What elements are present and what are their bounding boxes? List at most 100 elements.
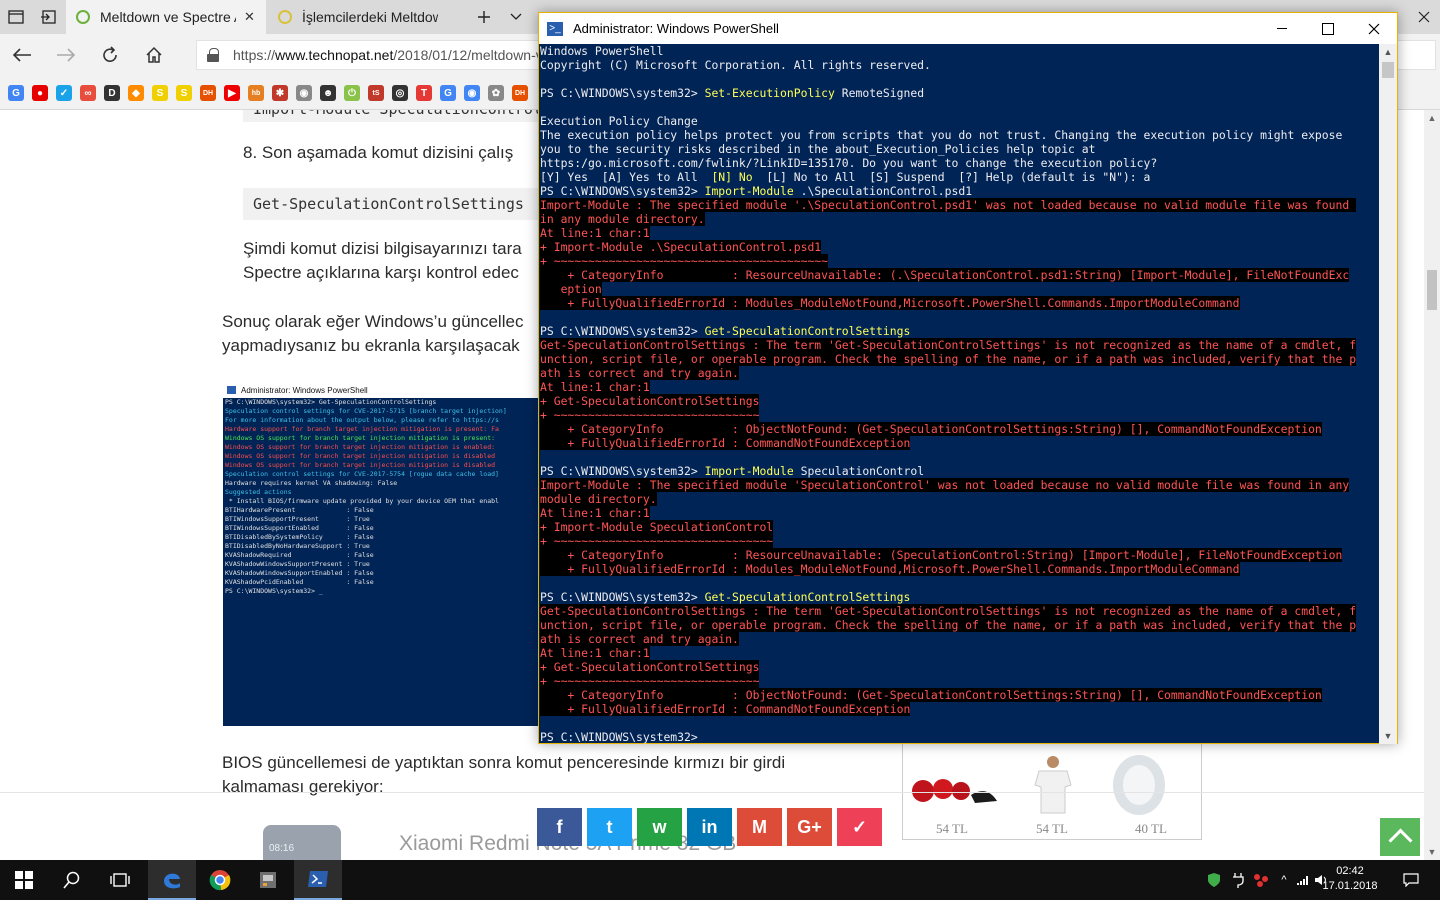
ad-product-crystal-image[interactable] — [1109, 747, 1169, 822]
favorite-t-icon[interactable]: T — [416, 85, 432, 101]
tab-islemcilerdeki[interactable]: İşlemcilerdeki Meltdown ve — [268, 0, 468, 34]
tab-list-chevron-down-icon[interactable] — [500, 0, 532, 34]
chevron-up-icon[interactable]: ^ — [1274, 860, 1294, 900]
twitter-icon[interactable]: t — [587, 808, 632, 846]
start-icon[interactable] — [0, 860, 48, 900]
maximize-button[interactable] — [1305, 13, 1351, 44]
favorite-film-icon[interactable]: ◎ — [392, 85, 408, 101]
favorite-hb-icon[interactable]: hb — [248, 85, 264, 101]
powershell-title-bar[interactable]: >_ Administrator: Windows PowerShell — [539, 13, 1397, 44]
related-phone-thumbnail[interactable]: 08:16 — [263, 825, 341, 860]
action-center-icon[interactable] — [1396, 860, 1426, 900]
favorite-google-icon[interactable]: G — [8, 85, 24, 101]
favorite-s-icon[interactable]: S — [152, 85, 168, 101]
console-line: unction, script file, or operable progra… — [539, 352, 1379, 366]
refresh-icon[interactable] — [90, 34, 130, 76]
console-line: + Import-Module .\SpeculationControl.psd… — [539, 240, 1379, 254]
search-icon[interactable] — [48, 860, 96, 900]
favorite-dh-icon[interactable]: DH — [200, 85, 216, 101]
favorite-s-icon[interactable]: S — [176, 85, 192, 101]
favorite-mask-icon[interactable]: ☻ — [320, 85, 336, 101]
console-line: + ~~~~~~~~~~~~~~~~~~~~~~~~~~~~~~ — [539, 408, 1379, 422]
step-8-text: 8. Son aşamada komut dizisini çalış — [243, 143, 514, 162]
scroll-to-top-button[interactable] — [1380, 818, 1420, 856]
gmail-icon[interactable]: M — [737, 808, 782, 846]
favorite-puzzle-icon[interactable]: ✿ — [488, 85, 504, 101]
site-favicon-icon — [278, 10, 292, 24]
console-line: you to the security risks described in t… — [539, 142, 1379, 156]
linkedin-icon[interactable]: in — [687, 808, 732, 846]
tab-meltdown-active[interactable]: Meltdown ve Spectre Aç ✕ — [66, 0, 266, 34]
tab-close-icon[interactable]: ✕ — [244, 9, 255, 25]
googleplus-icon[interactable]: G+ — [787, 808, 832, 846]
console-text: SpeculationControl — [793, 464, 925, 478]
scroll-down-icon[interactable]: ▼ — [1379, 728, 1397, 744]
scrollbar-thumb[interactable] — [1382, 62, 1394, 78]
console-line: + FullyQualifiedErrorId : Modules_Module… — [539, 296, 1379, 310]
favorite-vodafone-icon[interactable]: ● — [32, 85, 48, 101]
shopping-ad[interactable]: 54 TL 54 TL 40 TL — [902, 740, 1202, 840]
favorite-tick-icon[interactable]: ✓ — [56, 85, 72, 101]
favorite-flame-icon[interactable]: ◆ — [128, 85, 144, 101]
console-text: PS C:\WINDOWS\system32> — [540, 86, 705, 100]
powershell-icon[interactable] — [294, 860, 342, 900]
console-line: + FullyQualifiedErrorId : CommandNotFoun… — [539, 436, 1379, 450]
set-aside-tabs-icon[interactable] — [32, 0, 64, 34]
favorite-power-icon[interactable]: ⏻ — [344, 85, 360, 101]
favorite-dh-icon[interactable]: DH — [512, 85, 528, 101]
screenshot-line: BTIDisabledBySystemPolicy : False — [225, 533, 374, 541]
scroll-up-icon[interactable]: ▲ — [1379, 44, 1397, 60]
ad-product-fruit-image[interactable] — [909, 761, 999, 814]
forward-arrow-icon[interactable] — [46, 34, 86, 76]
scrollbar-thumb[interactable] — [1427, 270, 1437, 310]
console-command: Import-Module — [704, 184, 794, 198]
power-plug-icon[interactable] — [1228, 860, 1248, 900]
favorite-link-icon[interactable]: ∞ — [80, 85, 96, 101]
console-line: At line:1 char:1 — [539, 226, 1379, 240]
favorite-g-icon[interactable]: G — [440, 85, 456, 101]
console-line: Windows PowerShell — [539, 44, 1379, 58]
console-text: PS C:\WINDOWS\system32> — [540, 464, 705, 478]
browser-close-icon[interactable] — [1408, 0, 1440, 34]
console-error-text: unction, script file, or operable progra… — [540, 352, 1357, 366]
powershell-window[interactable]: >_ Administrator: Windows PowerShell Win… — [538, 12, 1398, 744]
network-tray-icon[interactable] — [1250, 860, 1272, 900]
console-line: Import-Module : The specified module 'Sp… — [539, 478, 1379, 492]
minimize-button[interactable] — [1259, 13, 1305, 44]
back-arrow-icon[interactable] — [2, 34, 42, 76]
pocket-icon[interactable]: ✓ — [837, 808, 882, 846]
home-icon[interactable] — [134, 34, 174, 76]
chrome-icon[interactable] — [196, 860, 244, 900]
favorite-ts-icon[interactable]: tS — [368, 85, 384, 101]
app-icon[interactable] — [244, 860, 292, 900]
scroll-up-icon[interactable]: ▲ — [1424, 110, 1440, 126]
taskbar-clock[interactable]: 02:42 17.01.2018 — [1320, 864, 1380, 894]
edge-icon[interactable] — [148, 860, 196, 900]
wifi-icon[interactable] — [1294, 860, 1312, 900]
favorite-bug-icon[interactable]: ✱ — [272, 85, 288, 101]
favorite-youtube-icon[interactable]: ▶ — [224, 85, 240, 101]
console-text: .\SpeculationControl.psd1 — [793, 184, 973, 198]
tab-preview-icon[interactable] — [0, 0, 32, 34]
security-shield-icon[interactable] — [1204, 860, 1224, 900]
console-line: PS C:\WINDOWS\system32> — [539, 730, 1379, 744]
console-line: + ~~~~~~~~~~~~~~~~~~~~~~~~~~~~~~~~ — [539, 534, 1379, 548]
scroll-down-icon[interactable]: ▼ — [1424, 844, 1440, 860]
favorite-d-icon[interactable]: D — [104, 85, 120, 101]
task-view-icon[interactable] — [96, 860, 144, 900]
console-line: ath is correct and try again. — [539, 366, 1379, 380]
console-error-text: ath is correct and try again. — [540, 632, 739, 646]
whatsapp-icon[interactable]: w — [637, 808, 682, 846]
page-scrollbar[interactable]: ▲ ▼ — [1424, 110, 1440, 860]
screenshot-line: KVAShadowPcidEnabled : False — [225, 578, 374, 586]
powershell-console[interactable]: Windows PowerShell Copyright (C) Microsof… — [539, 44, 1379, 744]
facebook-icon[interactable]: f — [537, 808, 582, 846]
close-button[interactable] — [1351, 13, 1397, 44]
console-scrollbar[interactable]: ▲ ▼ — [1379, 44, 1397, 744]
favorite-chrome-icon[interactable]: ◉ — [464, 85, 480, 101]
console-line: + ~~~~~~~~~~~~~~~~~~~~~~~~~~~~~~~~~~~~~~… — [539, 254, 1379, 268]
favorite-shield-icon[interactable]: ◉ — [296, 85, 312, 101]
new-tab-plus-icon[interactable] — [468, 0, 500, 34]
ad-product-tshirt-image[interactable] — [1031, 755, 1075, 822]
